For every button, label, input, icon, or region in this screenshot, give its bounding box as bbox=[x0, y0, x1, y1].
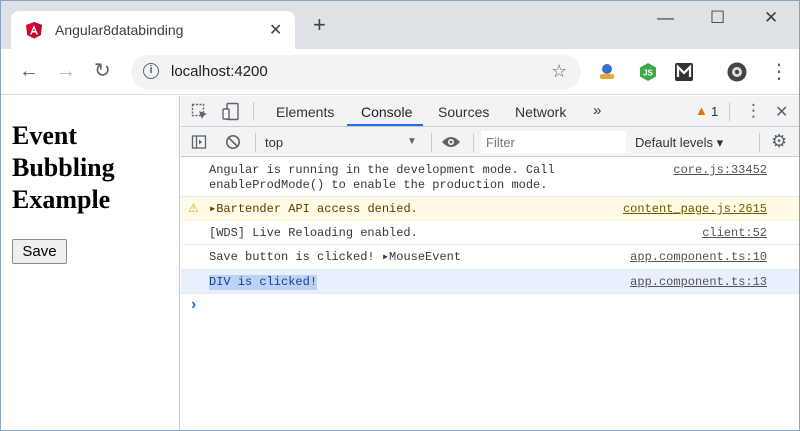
url-text[interactable]: localhost:4200 bbox=[171, 63, 268, 80]
console-settings-gear-icon[interactable]: ⚙ bbox=[771, 131, 787, 152]
console-warning-message[interactable]: ⚠ ▸Bartender API access denied. content_… bbox=[181, 197, 799, 221]
tab-close-icon[interactable]: ✕ bbox=[269, 20, 282, 40]
svg-text:JS: JS bbox=[643, 69, 653, 78]
more-tabs-button[interactable]: » bbox=[593, 102, 601, 119]
message-text[interactable]: ▸Bartender API access denied. bbox=[209, 202, 418, 217]
new-tab-button[interactable]: + bbox=[313, 14, 326, 36]
live-expression-eye-icon[interactable] bbox=[441, 135, 461, 149]
browser-tab[interactable]: Angular8databinding ✕ bbox=[11, 11, 295, 49]
console-message-selected[interactable]: DIV is clicked! app.component.ts:13 bbox=[181, 270, 799, 294]
device-toolbar-icon[interactable] bbox=[221, 102, 241, 122]
devtools-menu-icon[interactable]: ⋮ bbox=[745, 101, 762, 121]
console-prompt-row[interactable]: › bbox=[181, 294, 799, 318]
filter-input[interactable] bbox=[481, 131, 626, 153]
maximize-button[interactable]: ☐ bbox=[710, 8, 725, 28]
message-source-link[interactable]: content_page.js:2615 bbox=[623, 202, 767, 216]
message-source-link[interactable]: core.js:33452 bbox=[673, 163, 767, 177]
clear-console-icon[interactable] bbox=[225, 134, 241, 150]
m-extension-icon[interactable] bbox=[674, 62, 694, 82]
bookmark-star-icon[interactable]: ☆ bbox=[551, 61, 567, 82]
browser-toolbar: ← → ↻ i localhost:4200 ☆ JS ⋮ bbox=[1, 49, 799, 95]
title-bar: Angular8databinding ✕ + — ☐ ✕ bbox=[1, 1, 799, 49]
nodejs-extension-icon[interactable]: JS bbox=[638, 62, 658, 82]
console-prompt-icon: › bbox=[191, 296, 197, 313]
warning-triangle-icon: ⚠ bbox=[188, 201, 199, 215]
toolbar-divider bbox=[759, 133, 760, 152]
log-levels-select[interactable]: Default levels ▾ bbox=[635, 135, 723, 151]
toolbar-divider bbox=[431, 133, 432, 152]
console-filter-bar: top ▼ Default levels ▾ ⚙ bbox=[181, 127, 799, 157]
minimize-button[interactable]: — bbox=[657, 8, 674, 28]
message-source-link[interactable]: app.component.ts:13 bbox=[630, 275, 767, 289]
active-tab-indicator bbox=[347, 124, 423, 126]
message-source-link[interactable]: app.component.ts:10 bbox=[630, 250, 767, 264]
devtools-panel: Elements Console Sources Network » ▲ 1 ⋮… bbox=[181, 96, 799, 430]
reload-button[interactable]: ↻ bbox=[94, 61, 111, 81]
sidebar-toggle-icon[interactable] bbox=[191, 134, 207, 150]
message-text: [WDS] Live Reloading enabled. bbox=[209, 226, 418, 240]
forward-button[interactable]: → bbox=[56, 61, 76, 81]
context-select[interactable]: top bbox=[265, 135, 283, 150]
tab-title: Angular8databinding bbox=[55, 22, 184, 38]
page-content: Event Bubbling Example Save bbox=[1, 96, 180, 430]
warning-count[interactable]: 1 bbox=[711, 104, 718, 119]
message-text: Angular is running in the development mo… bbox=[209, 163, 555, 192]
tab-elements[interactable]: Elements bbox=[276, 104, 334, 120]
toolbar-divider bbox=[255, 133, 256, 152]
console-message[interactable]: Angular is running in the development mo… bbox=[181, 158, 799, 197]
profile-avatar-icon[interactable] bbox=[727, 62, 747, 82]
page-heading: Event Bubbling Example bbox=[12, 121, 115, 214]
save-button[interactable]: Save bbox=[12, 239, 67, 264]
back-button[interactable]: ← bbox=[19, 61, 39, 81]
toolbar-divider bbox=[473, 133, 474, 152]
tab-sources[interactable]: Sources bbox=[438, 104, 489, 120]
browser-menu-icon[interactable]: ⋮ bbox=[769, 62, 789, 82]
message-text: DIV is clicked! bbox=[209, 275, 318, 290]
close-window-button[interactable]: ✕ bbox=[764, 8, 778, 28]
console-messages: Angular is running in the development mo… bbox=[181, 158, 799, 318]
console-message[interactable]: Save button is clicked! ▸MouseEvent app.… bbox=[181, 245, 799, 270]
toolbar-divider bbox=[729, 102, 730, 121]
message-source-link[interactable]: client:52 bbox=[702, 226, 767, 240]
toolbar-divider bbox=[253, 102, 254, 121]
warning-icon[interactable]: ▲ bbox=[695, 103, 708, 118]
cloud-extension-icon[interactable] bbox=[597, 62, 617, 82]
console-message[interactable]: [WDS] Live Reloading enabled. client:52 bbox=[181, 221, 799, 245]
message-text[interactable]: Save button is clicked! ▸MouseEvent bbox=[209, 250, 461, 265]
address-bar[interactable]: i localhost:4200 ☆ bbox=[131, 55, 581, 89]
devtools-tab-bar: Elements Console Sources Network » ▲ 1 ⋮… bbox=[181, 96, 799, 127]
tab-console[interactable]: Console bbox=[361, 104, 412, 120]
site-info-icon[interactable]: i bbox=[143, 63, 159, 79]
context-dropdown-icon[interactable]: ▼ bbox=[407, 136, 417, 147]
angular-favicon-icon bbox=[26, 22, 42, 39]
browser-window: Angular8databinding ✕ + — ☐ ✕ ← → ↻ i lo… bbox=[0, 0, 800, 431]
inspect-element-icon[interactable] bbox=[191, 103, 209, 121]
devtools-close-icon[interactable]: ✕ bbox=[775, 102, 788, 122]
tab-network[interactable]: Network bbox=[515, 104, 566, 120]
